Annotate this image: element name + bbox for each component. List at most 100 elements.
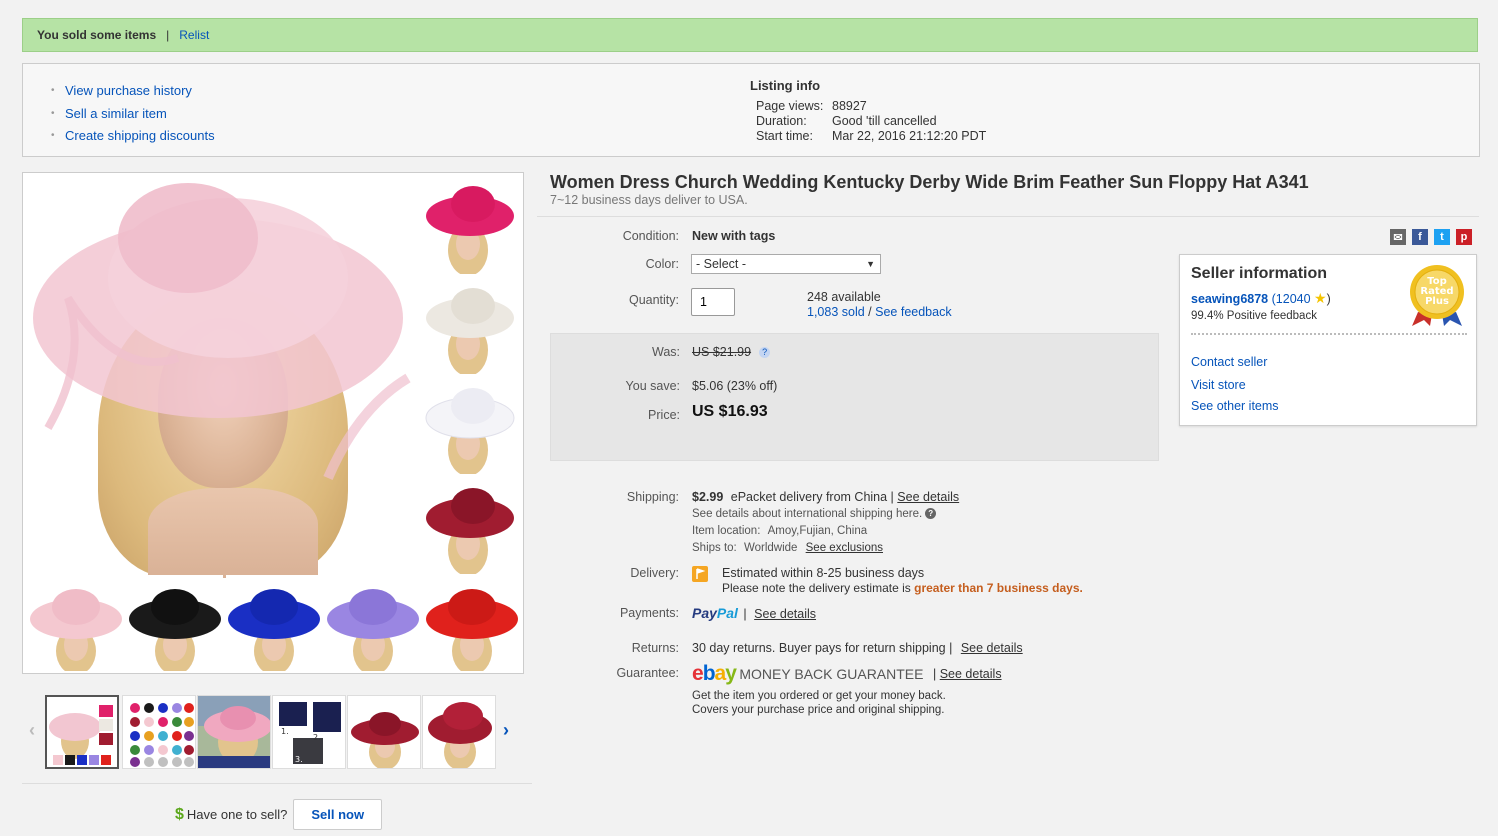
intl-shipping-text: See details about international shipping…	[692, 508, 923, 520]
color-label: Color:	[645, 257, 679, 271]
create-shipping-discounts-link[interactable]: Create shipping discounts	[65, 128, 215, 143]
you-save-value: $5.06 (23% off)	[692, 379, 778, 393]
thumbnail-4[interactable]: 1. 2. 3.	[272, 695, 346, 769]
list-item: Create shipping discounts	[51, 125, 215, 148]
thumbnail-carousel: ‹ 1. 2. 3. ›	[22, 690, 532, 776]
shipping-row: $2.99 ePacket delivery from China | See …	[692, 490, 959, 504]
item-location-value: Amoy,Fujian, China	[767, 525, 868, 537]
guarantee-line-2: Covers your purchase price and original …	[692, 704, 945, 716]
quantity-label: Quantity:	[628, 293, 679, 307]
visit-store-link[interactable]: Visit store	[1191, 378, 1246, 392]
sold-items-banner: You sold some items | Relist	[22, 18, 1478, 52]
thumbnail-3[interactable]	[197, 695, 271, 769]
duration-value: Good 'till cancelled	[832, 114, 937, 128]
item-location-row: Item location: Amoy,Fujian, China	[692, 525, 867, 537]
seller-actions-list: View purchase history Sell a similar ite…	[51, 80, 215, 148]
delivery-note-row: Please note the delivery estimate is gre…	[722, 581, 1083, 595]
listing-info-heading: Listing info	[750, 78, 821, 93]
thumbnail-6[interactable]	[422, 695, 496, 769]
carousel-prev-arrow-icon[interactable]: ‹	[29, 720, 35, 741]
seller-tools-panel: View purchase history Sell a similar ite…	[22, 63, 1480, 157]
see-other-items-link[interactable]: See other items	[1191, 399, 1279, 413]
badge-line-3: Plus	[1425, 296, 1449, 307]
see-exclusions-link[interactable]: See exclusions	[806, 542, 883, 554]
chevron-down-icon: ▼	[866, 259, 875, 269]
guarantee-label: Guarantee:	[616, 666, 679, 680]
seller-name-row: seawing6878 (12040 ★)	[1191, 290, 1331, 307]
pinterest-share-icon[interactable]: p	[1456, 229, 1472, 245]
guarantee-row: ebay MONEY BACK GUARANTEE | See details	[692, 662, 1002, 686]
listing-info: Listing info Page views: 88927 Duration: G…	[750, 78, 986, 144]
thumbnail-1[interactable]	[45, 695, 119, 769]
thumbnail-2[interactable]	[122, 695, 196, 769]
money-back-guarantee-text: MONEY BACK GUARANTEE	[739, 666, 924, 682]
feedback-score-link[interactable]: (12040	[1272, 292, 1311, 306]
sell-prompt: $ Have one to sell? Sell now	[175, 799, 383, 830]
guarantee-separator: |	[932, 667, 937, 681]
sell-question: Have one to sell?	[186, 807, 288, 822]
svg-text:2.: 2.	[313, 733, 321, 742]
page-views-value: 88927	[832, 99, 867, 113]
item-title: Women Dress Church Wedding Kentucky Derb…	[550, 172, 1309, 192]
twitter-share-icon[interactable]: t	[1434, 229, 1450, 245]
sell-similar-item-link[interactable]: Sell a similar item	[65, 106, 167, 121]
contact-seller-link[interactable]: Contact seller	[1191, 355, 1267, 369]
view-purchase-history-link[interactable]: View purchase history	[65, 83, 192, 98]
item-subtitle: 7~12 business days deliver to USA.	[550, 193, 748, 207]
color-variant-light-pink-image	[28, 575, 124, 671]
color-variant-blue-image	[226, 575, 322, 671]
divider	[537, 216, 1479, 217]
payments-details-link[interactable]: See details	[754, 607, 816, 621]
facebook-share-icon[interactable]: f	[1412, 229, 1428, 245]
see-feedback-link[interactable]: See feedback	[875, 305, 951, 319]
sold-feedback: 1,083 sold / See feedback	[807, 305, 952, 319]
email-share-icon[interactable]: ✉	[1390, 229, 1406, 245]
banner-separator: |	[166, 28, 170, 42]
list-item: View purchase history	[51, 80, 215, 103]
main-product-image[interactable]	[22, 172, 524, 674]
slash-separator: /	[868, 305, 872, 319]
price-value: US $16.93	[692, 403, 768, 420]
guarantee-line-1: Get the item you ordered or get your mon…	[692, 690, 946, 702]
start-time-label: Start time:	[756, 129, 813, 143]
positive-feedback: 99.4% Positive feedback	[1191, 310, 1317, 322]
payments-label: Payments:	[619, 606, 679, 620]
returns-row: 30 day returns. Buyer pays for return sh…	[692, 641, 1023, 655]
color-variant-pink-image	[423, 178, 517, 274]
guarantee-details-link[interactable]: See details	[940, 667, 1002, 681]
was-price: US $21.99	[692, 345, 752, 359]
sell-now-button[interactable]: Sell now	[293, 799, 383, 830]
color-select[interactable]: - Select - ▼	[691, 254, 881, 274]
payments-separator: |	[743, 607, 747, 621]
color-variant-white-image	[423, 378, 517, 474]
svg-text:1.: 1.	[281, 727, 289, 736]
sold-count-link[interactable]: 1,083 sold	[807, 305, 865, 319]
feedback-score-close: )	[1326, 292, 1331, 306]
color-select-value: - Select -	[696, 257, 747, 271]
delivery-note: Please note the delivery estimate is	[722, 581, 911, 595]
paypal-logo-icon: PayPal	[692, 605, 738, 621]
returns-details-link[interactable]: See details	[961, 641, 1023, 655]
carousel-next-arrow-icon[interactable]: ›	[503, 720, 509, 741]
paypal-pal: Pal	[716, 605, 738, 621]
delivery-label: Delivery:	[630, 566, 679, 580]
divider	[22, 783, 532, 784]
help-icon[interactable]: ?	[925, 508, 937, 520]
color-variant-black-image	[127, 575, 223, 671]
share-icons: ✉ f t p	[1390, 229, 1472, 245]
shipping-details-link[interactable]: See details	[897, 490, 959, 504]
color-variant-lavender-image	[325, 575, 421, 671]
was-price-row: US $21.99?	[692, 345, 771, 359]
seller-name-link[interactable]: seawing6878	[1191, 292, 1268, 306]
quantity-input[interactable]	[691, 288, 735, 316]
ebay-logo-icon: ebay	[692, 662, 737, 685]
delivery-flag-icon	[692, 566, 708, 582]
thumbnail-5[interactable]	[347, 695, 421, 769]
relist-link[interactable]: Relist	[179, 28, 209, 42]
paypal-pay: Pay	[692, 605, 717, 621]
color-variant-wine-image	[423, 478, 517, 574]
payments-row: PayPal | See details	[692, 605, 816, 621]
item-location-label: Item location:	[692, 525, 761, 537]
ships-to-row: Ships to: Worldwide See exclusions	[692, 542, 883, 554]
help-icon[interactable]: ?	[759, 347, 771, 359]
